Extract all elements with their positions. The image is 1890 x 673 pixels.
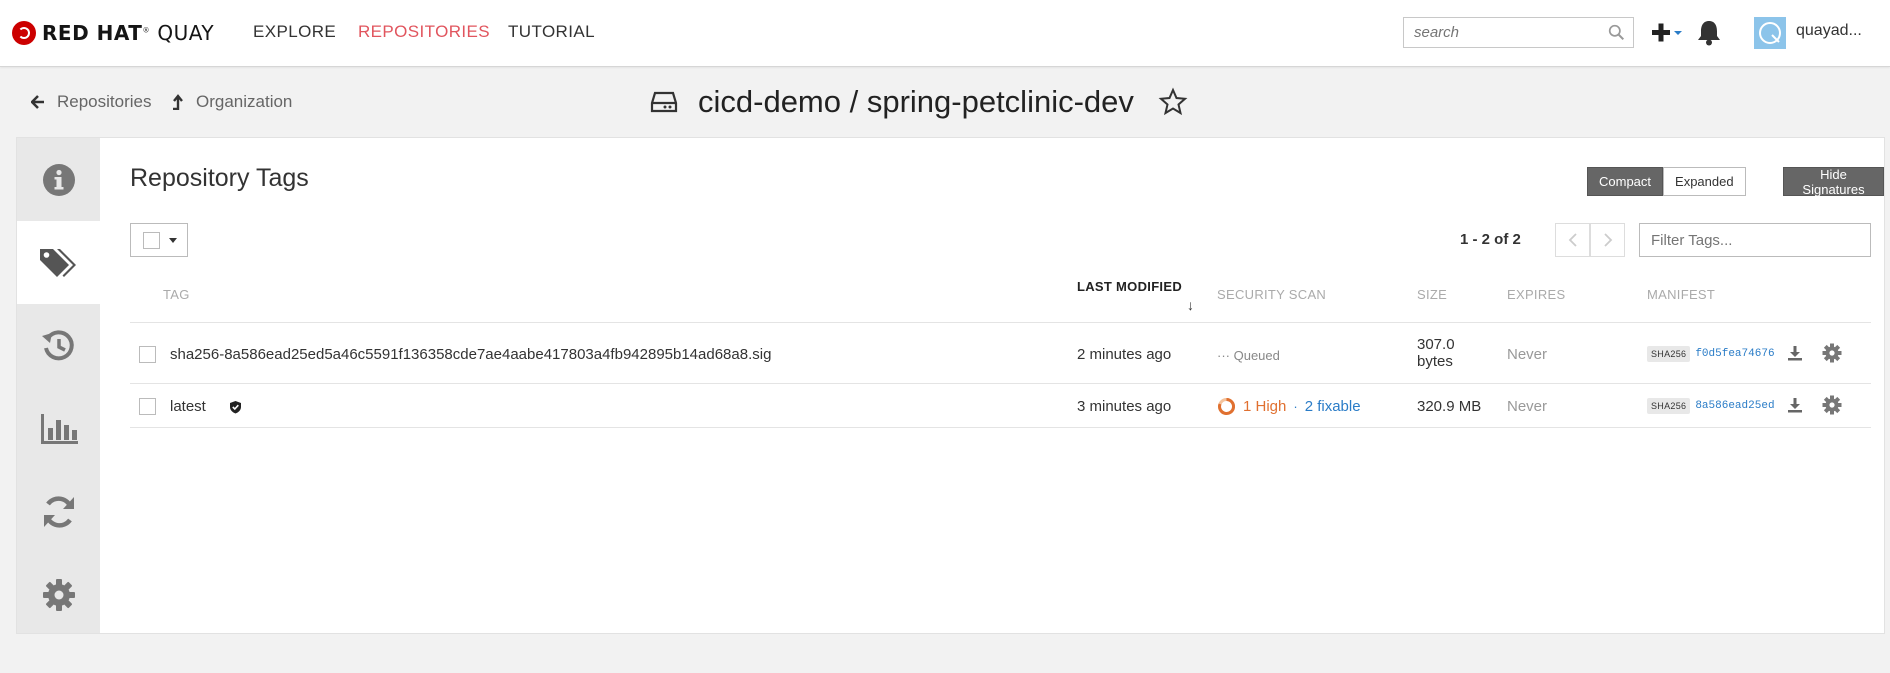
chevron-left-icon	[1568, 233, 1577, 247]
size-unit: bytes	[1417, 353, 1453, 370]
table-divider	[130, 383, 1871, 384]
hide-signatures-button[interactable]: Hide Signatures	[1783, 167, 1884, 197]
repository-panel: Repository Tags Compact Expanded Hide Si…	[16, 137, 1885, 634]
compact-view-button[interactable]: Compact	[1587, 167, 1664, 196]
settings-icon	[42, 578, 75, 611]
size: 307.0 bytes	[1417, 336, 1455, 370]
create-new-menu-button[interactable]	[1650, 20, 1684, 46]
usage-chart-icon	[40, 413, 78, 444]
signed-shield-icon	[230, 401, 241, 414]
scan-high-count[interactable]: 1 High	[1243, 398, 1286, 415]
sidebar-item-builds[interactable]	[17, 470, 100, 553]
brand-logo[interactable]: RED HAT® QUAY	[12, 18, 214, 48]
builds-icon	[43, 495, 74, 528]
breadcrumb-organization[interactable]: Organization	[170, 92, 292, 112]
manifest-digest[interactable]: SHA256 f0d5fea74676	[1647, 346, 1775, 362]
size-value: 307.0	[1417, 336, 1455, 353]
breadcrumb-repositories-label: Repositories	[57, 92, 152, 111]
table-divider	[130, 322, 1871, 323]
scan-status-text: Queued	[1233, 348, 1280, 363]
tags-icon	[39, 248, 76, 277]
filter-tags	[1639, 223, 1871, 257]
repo-sidebar	[17, 138, 100, 633]
last-modified: 2 minutes ago	[1077, 346, 1172, 363]
column-header-manifest[interactable]: MANIFEST	[1647, 287, 1715, 302]
download-icon[interactable]	[1787, 345, 1803, 361]
notifications-bell-icon[interactable]	[1696, 18, 1722, 46]
manifest-algo: SHA256	[1647, 346, 1691, 362]
scan-fixable-count[interactable]: 2 fixable	[1305, 398, 1361, 415]
chevron-right-icon	[1603, 233, 1612, 247]
sidebar-item-settings[interactable]	[17, 553, 100, 636]
search-icon[interactable]	[1608, 24, 1625, 41]
gear-icon[interactable]	[1822, 343, 1842, 363]
column-header-expires[interactable]: EXPIRES	[1507, 287, 1565, 302]
nav-repositories[interactable]: REPOSITORIES	[358, 22, 490, 42]
tags-content: Repository Tags Compact Expanded Hide Si…	[100, 138, 1884, 633]
top-navbar: RED HAT® QUAY EXPLORE REPOSITORIES TUTOR…	[0, 0, 1890, 67]
history-icon	[41, 329, 74, 360]
sidebar-item-tags[interactable]	[17, 221, 100, 304]
pagination-info: 1 - 2 of 2	[1460, 231, 1521, 248]
manifest-digest-value[interactable]: f0d5fea74676	[1695, 348, 1774, 360]
redhat-hat-icon	[12, 21, 36, 45]
select-all-dropdown[interactable]	[130, 223, 188, 257]
expanded-view-button[interactable]: Expanded	[1663, 167, 1746, 196]
breadcrumb-organization-label: Organization	[196, 92, 293, 111]
nav-tutorial[interactable]: TUTORIAL	[508, 22, 595, 42]
column-header-security-scan[interactable]: SECURITY SCAN	[1217, 287, 1326, 302]
sidebar-item-usage-logs[interactable]	[17, 387, 100, 470]
global-search	[1403, 17, 1634, 48]
repo-header: cicd-demo / spring-petclinic-dev	[650, 80, 1188, 124]
table-divider	[130, 427, 1871, 428]
brand-suffix-text: QUAY	[157, 21, 215, 45]
row-checkbox[interactable]	[139, 346, 156, 363]
tag-name[interactable]: latest	[170, 398, 206, 415]
caret-down-icon	[169, 237, 177, 243]
level-up-icon	[173, 94, 183, 110]
manifest-digest-value[interactable]: 8a586ead25ed	[1695, 400, 1774, 412]
chevron-down-icon	[1674, 31, 1682, 35]
username[interactable]: quayad...	[1796, 22, 1862, 40]
search-input[interactable]	[1404, 18, 1604, 47]
select-all-checkbox[interactable]	[143, 231, 160, 249]
sidebar-item-history[interactable]	[17, 304, 100, 387]
manifest-algo: SHA256	[1647, 398, 1691, 414]
size: 320.9 MB	[1417, 398, 1482, 415]
brand-main-text: RED HAT	[42, 21, 143, 45]
sort-descending-icon: ↓	[1187, 297, 1194, 313]
section-title: Repository Tags	[130, 164, 309, 192]
expires: Never	[1507, 346, 1548, 363]
column-header-size[interactable]: SIZE	[1417, 287, 1447, 302]
manifest-digest[interactable]: SHA256 8a586ead25ed	[1647, 398, 1775, 414]
gear-icon[interactable]	[1822, 395, 1842, 415]
security-scan-status: ··· Queued	[1217, 348, 1280, 363]
row-checkbox[interactable]	[139, 398, 156, 415]
sidebar-item-information[interactable]	[17, 138, 100, 221]
column-header-last-modified[interactable]: LAST MODIFIED	[1077, 279, 1182, 294]
filter-tags-input[interactable]	[1640, 224, 1860, 256]
previous-page-button[interactable]	[1555, 223, 1590, 257]
expires: Never	[1507, 398, 1548, 415]
security-scan-summary[interactable]: 1 High · 2 fixable	[1217, 397, 1361, 416]
last-modified: 3 minutes ago	[1077, 398, 1172, 415]
user-avatar[interactable]	[1754, 17, 1786, 49]
nav-explore[interactable]: EXPLORE	[253, 22, 336, 42]
column-header-tag[interactable]: TAG	[163, 287, 190, 302]
vulnerability-donut-icon	[1218, 397, 1236, 415]
ellipsis-icon: ···	[1217, 348, 1234, 363]
scan-separator: ·	[1293, 399, 1298, 414]
star-icon[interactable]	[1158, 87, 1188, 117]
arrow-left-icon	[31, 95, 44, 109]
info-icon	[42, 163, 75, 196]
next-page-button[interactable]	[1590, 223, 1625, 257]
repository-title: cicd-demo / spring-petclinic-dev	[698, 84, 1134, 119]
view-mode-toggle: Compact Expanded	[1587, 167, 1746, 196]
avatar-icon	[1759, 22, 1781, 44]
breadcrumb-repositories[interactable]: Repositories	[31, 92, 152, 112]
repository-hdd-icon	[650, 91, 678, 113]
tag-name[interactable]: sha256-8a586ead25ed5a46c5591f136358cde7a…	[170, 346, 771, 363]
download-icon[interactable]	[1787, 397, 1803, 413]
